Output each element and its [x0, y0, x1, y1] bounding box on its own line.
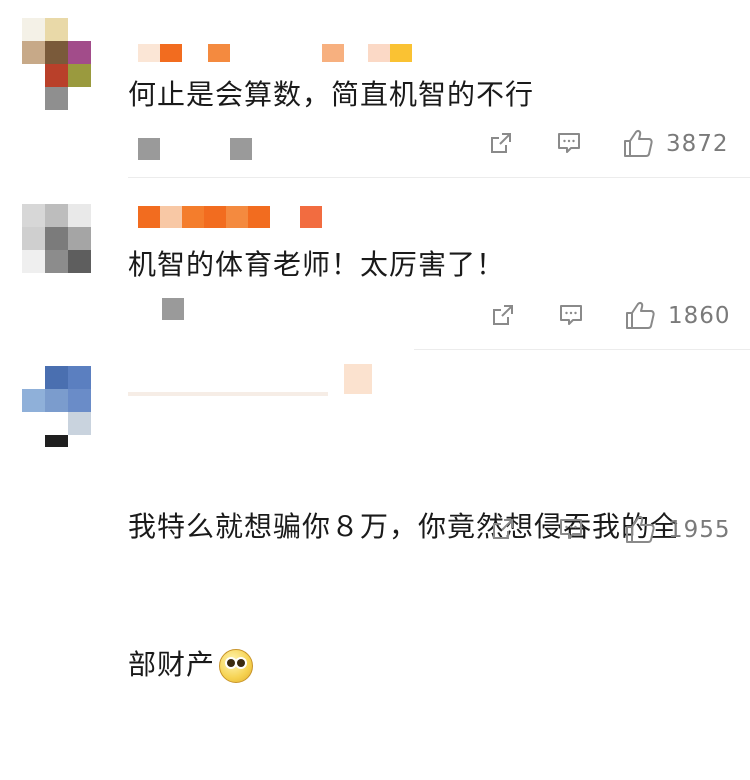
username-redacted[interactable]: [128, 364, 378, 398]
comment-text-line-2: 部财产: [128, 642, 728, 688]
share-icon[interactable]: [490, 302, 516, 328]
avatar[interactable]: [22, 18, 92, 110]
comment-icon[interactable]: [558, 516, 584, 542]
share-icon[interactable]: [490, 516, 516, 542]
avatar[interactable]: [22, 204, 92, 274]
comment-actions: 1955: [0, 514, 750, 546]
thumbs-up-icon[interactable]: [624, 514, 656, 544]
like-count: 1955: [668, 517, 731, 543]
comment-text: 机智的体育老师！太厉害了！: [128, 248, 506, 281]
pleading-face-emoji: [219, 649, 254, 683]
share-icon[interactable]: [488, 130, 514, 156]
avatar[interactable]: [22, 366, 92, 447]
comment-text: 何止是会算数，简直机智的不行: [128, 78, 535, 111]
username-redacted[interactable]: [138, 44, 418, 62]
username-redacted[interactable]: [138, 206, 328, 228]
comment-3: 我特么就想骗你８万，你竟然想侵吞我的全 部财产 1955: [0, 350, 750, 683]
comment-actions: 1860: [0, 300, 750, 332]
thumbs-up-icon[interactable]: [622, 128, 654, 158]
thumbs-up-icon[interactable]: [624, 300, 656, 330]
like-count: 3872: [666, 131, 729, 157]
comment-text-line-2-text: 部财产: [128, 648, 216, 681]
comment-1: 何止是会算数，简直机智的不行 3872: [0, 0, 750, 178]
comment-text: 我特么就想骗你８万，你竟然想侵吞我的全 部财产: [128, 412, 728, 780]
comment-icon[interactable]: [558, 302, 584, 328]
comment-actions: 3872: [0, 128, 750, 160]
like-count: 1860: [668, 303, 731, 329]
comment-icon[interactable]: [556, 130, 582, 156]
comment-2: 机智的体育老师！太厉害了！ 1860: [0, 178, 750, 350]
